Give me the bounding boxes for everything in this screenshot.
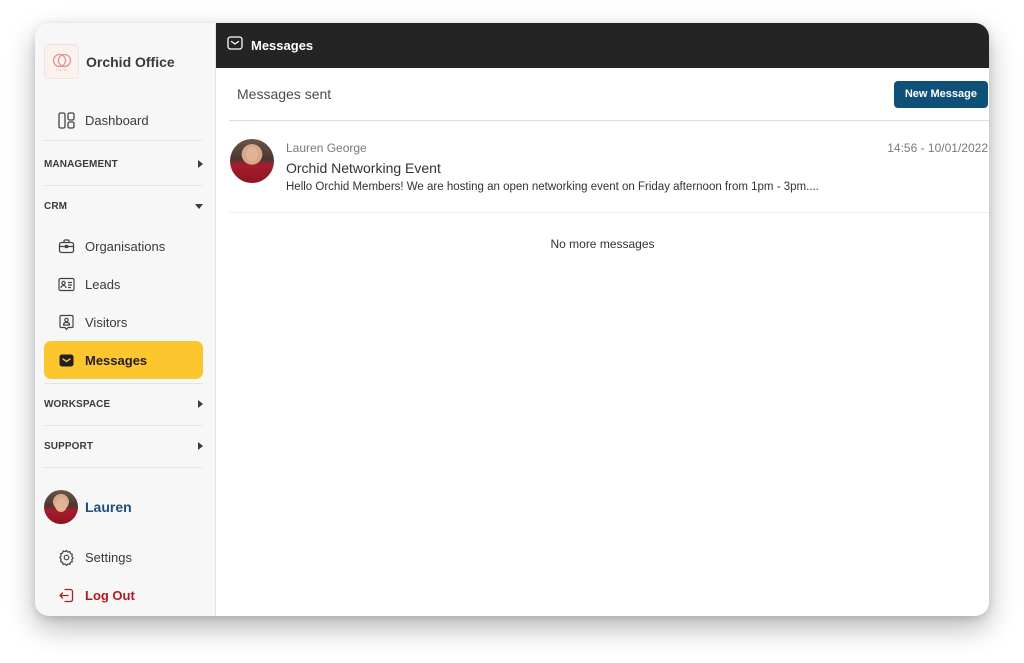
messages-content: Messages sent New Message Lauren George … — [216, 68, 989, 616]
section-label: CRM — [44, 200, 68, 212]
sidebar-item-label: Settings — [85, 549, 132, 565]
visitor-badge-icon — [57, 313, 75, 331]
section-crm[interactable]: CRM — [44, 196, 203, 216]
end-of-list-label: No more messages — [550, 237, 655, 251]
sidebar-item-label: Organisations — [85, 238, 166, 254]
sidebar-item-leads[interactable]: Leads — [44, 265, 203, 303]
sidebar-item-dashboard[interactable]: Dashboard — [44, 101, 203, 139]
sidebar: Orchid Office Dashboard MANAGEMENT CRM O… — [35, 23, 216, 616]
caret-right-icon — [198, 400, 203, 408]
section-support[interactable]: SUPPORT — [44, 436, 203, 456]
page-title: Messages — [251, 38, 314, 53]
section-label: SUPPORT — [44, 440, 94, 452]
section-label: WORKSPACE — [44, 398, 111, 410]
top-bar: Messages — [216, 23, 989, 68]
envelope-icon — [227, 35, 243, 56]
logout-icon — [57, 586, 75, 604]
message-list-item[interactable]: Lauren George Orchid Networking Event He… — [229, 131, 989, 213]
section-label: MANAGEMENT — [44, 158, 118, 170]
sender-avatar — [230, 139, 274, 183]
caret-right-icon — [198, 160, 203, 168]
main-panel: Messages Messages sent New Message Laure… — [216, 23, 989, 616]
sidebar-item-settings[interactable]: Settings — [44, 538, 203, 576]
id-card-icon — [57, 275, 75, 293]
section-management[interactable]: MANAGEMENT — [44, 154, 203, 174]
divider — [44, 425, 203, 426]
briefcase-icon — [57, 237, 75, 255]
new-message-button[interactable]: New Message — [893, 80, 988, 108]
sidebar-item-label: Visitors — [85, 314, 128, 330]
message-preview: Hello Orchid Members! We are hosting an … — [286, 181, 819, 193]
caret-right-icon — [198, 442, 203, 450]
section-workspace[interactable]: WORKSPACE — [44, 394, 203, 414]
divider — [44, 383, 203, 384]
app-window: Orchid Office Dashboard MANAGEMENT CRM O… — [35, 23, 989, 616]
logout-button[interactable]: Log Out — [44, 576, 203, 614]
divider — [44, 467, 203, 468]
message-timestamp: 14:56 - 10/01/2022 — [887, 141, 988, 155]
brand[interactable]: Orchid Office — [44, 44, 175, 79]
caret-down-icon — [195, 203, 203, 209]
orchid-logo-icon — [44, 44, 79, 79]
gear-icon — [57, 548, 75, 566]
divider — [44, 185, 203, 186]
dashboard-icon — [57, 111, 75, 129]
message-sender: Lauren George — [286, 141, 367, 155]
user-profile[interactable]: Lauren — [44, 490, 132, 524]
user-name: Lauren — [85, 499, 132, 515]
sidebar-item-visitors[interactable]: Visitors — [44, 303, 203, 341]
avatar — [44, 490, 78, 524]
message-subject: Orchid Networking Event — [286, 160, 441, 176]
divider — [44, 140, 203, 141]
sidebar-item-label: Log Out — [85, 587, 135, 603]
envelope-icon — [57, 351, 75, 369]
sidebar-item-label: Dashboard — [85, 112, 149, 128]
sidebar-item-label: Messages — [85, 352, 148, 368]
sidebar-item-organisations[interactable]: Organisations — [44, 227, 203, 265]
sidebar-item-label: Leads — [85, 276, 121, 292]
messages-subheader: Messages sent New Message — [229, 68, 989, 121]
section-title: Messages sent — [237, 86, 332, 102]
sidebar-item-messages[interactable]: Messages — [44, 341, 203, 379]
brand-name: Orchid Office — [86, 53, 175, 70]
